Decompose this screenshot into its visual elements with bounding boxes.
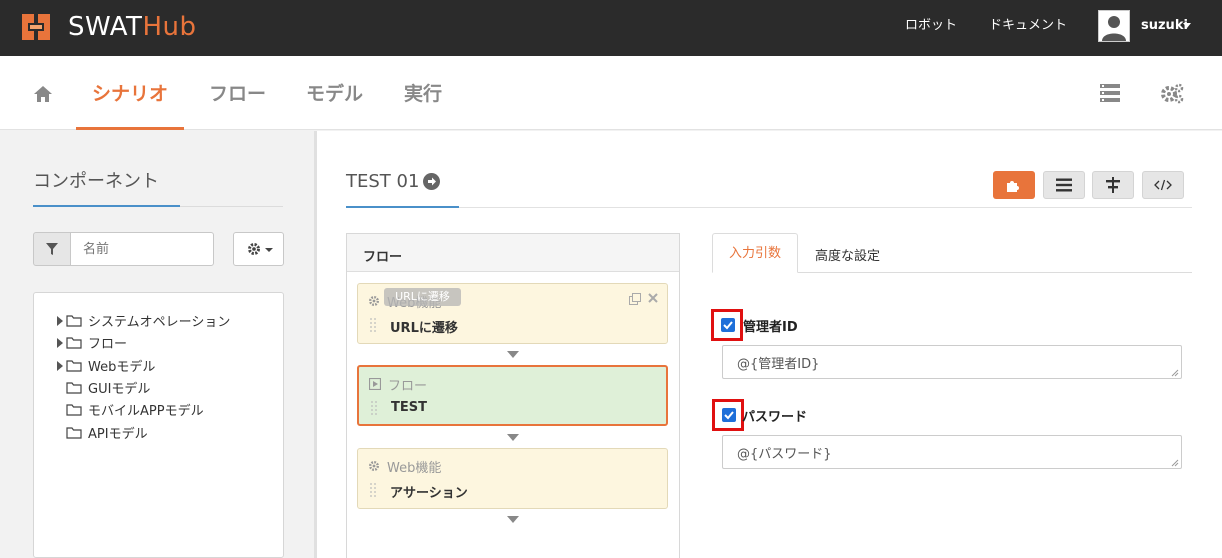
server-icon[interactable] xyxy=(1098,82,1122,104)
tree-item[interactable]: システムオペレーション xyxy=(57,314,230,332)
component-title: コンポーネント xyxy=(33,171,159,192)
tree-item-label: Webモデル xyxy=(88,360,156,375)
user-menu[interactable]: suzuki xyxy=(1141,17,1188,35)
nav-bar: シナリオ フロー モデル 実行 xyxy=(0,56,1222,130)
check-icon xyxy=(724,411,734,420)
flow-arrow-icon xyxy=(507,351,519,358)
filter-icon xyxy=(46,243,58,255)
tab-execution[interactable]: 実行 xyxy=(404,82,442,106)
gear-icon xyxy=(369,461,379,471)
home-icon[interactable] xyxy=(33,85,53,103)
resize-grip-icon[interactable] xyxy=(1171,459,1179,467)
title-underline xyxy=(346,206,459,208)
tree-item[interactable]: APIモデル xyxy=(57,426,148,444)
caret-right-icon[interactable] xyxy=(57,315,63,326)
folder-icon xyxy=(66,382,82,394)
drag-handle-icon[interactable] xyxy=(370,317,376,333)
arrow-right-circle-icon[interactable] xyxy=(423,173,440,190)
gear-icon xyxy=(248,243,260,255)
tree-item-label: フロー xyxy=(88,337,128,352)
tab-flow[interactable]: フロー xyxy=(209,82,266,106)
code-view-button[interactable] xyxy=(1142,171,1184,199)
flow-panel-header: フロー xyxy=(347,234,679,272)
sitemap-icon xyxy=(1106,177,1120,193)
folder-icon xyxy=(66,337,82,349)
title-underline xyxy=(33,205,180,207)
check-icon xyxy=(723,321,733,330)
avatar[interactable] xyxy=(1098,10,1130,42)
code-icon xyxy=(1154,179,1172,191)
gears-icon[interactable] xyxy=(1160,82,1184,104)
tab-model[interactable]: モデル xyxy=(306,82,363,106)
scenario-title: TEST 01 xyxy=(346,171,420,192)
drag-handle-icon[interactable] xyxy=(370,482,376,498)
flow-panel-title: フロー xyxy=(363,250,403,265)
gear-icon xyxy=(369,296,379,306)
password-input[interactable] xyxy=(722,435,1182,469)
active-tab-indicator xyxy=(76,127,184,130)
step-name: アサーション xyxy=(390,486,468,501)
password-label: パスワード xyxy=(742,410,808,425)
list-view-button[interactable] xyxy=(1043,171,1085,199)
tree-view-button[interactable] xyxy=(1092,171,1134,199)
admin-id-input[interactable] xyxy=(722,345,1182,379)
tree-item-label: GUIモデル xyxy=(88,382,151,397)
step-name: URLに遷移 xyxy=(390,321,458,336)
admin-id-checkbox[interactable] xyxy=(721,318,735,332)
password-checkbox[interactable] xyxy=(722,408,736,422)
chevron-down-icon xyxy=(265,248,273,252)
component-search-input[interactable] xyxy=(70,232,214,266)
drag-handle-icon[interactable] xyxy=(371,400,377,416)
caret-right-icon[interactable] xyxy=(57,360,63,371)
resize-grip-icon[interactable] xyxy=(1171,369,1179,377)
tree-item[interactable]: モバイルAPPモデル xyxy=(57,403,204,421)
settings-dropdown[interactable] xyxy=(233,232,284,266)
divider xyxy=(346,207,1192,208)
play-square-icon xyxy=(369,378,381,390)
step-type: フロー xyxy=(388,379,428,394)
user-icon xyxy=(1102,16,1126,41)
chevron-down-icon[interactable] xyxy=(1183,23,1191,28)
robot-link[interactable]: ロボット xyxy=(905,17,957,35)
tab-scenario[interactable]: シナリオ xyxy=(92,82,168,106)
folder-icon xyxy=(66,404,82,416)
swathub-logo-icon xyxy=(22,14,50,40)
component-view-button[interactable] xyxy=(993,171,1035,199)
tab-advanced-settings[interactable]: 高度な設定 xyxy=(815,245,880,264)
tab-input-args[interactable]: 入力引数 xyxy=(712,233,798,273)
folder-icon xyxy=(66,360,82,372)
tree-item-label: モバイルAPPモデル xyxy=(88,404,204,419)
document-link[interactable]: ドキュメント xyxy=(989,17,1067,35)
puzzle-icon xyxy=(1007,181,1019,192)
top-bar: SWATHub ロボット ドキュメント suzuki xyxy=(0,0,1222,56)
close-icon[interactable] xyxy=(648,293,658,303)
list-icon xyxy=(1056,178,1072,192)
flow-arrow-icon xyxy=(507,434,519,441)
tree-item-label: システムオペレーション xyxy=(88,315,231,330)
logo-text[interactable]: SWATHub xyxy=(68,10,197,44)
flow-arrow-icon xyxy=(507,516,519,523)
admin-id-label: 管理者ID xyxy=(743,320,798,335)
tree-item-label: APIモデル xyxy=(88,427,148,442)
caret-right-icon[interactable] xyxy=(57,337,63,348)
folder-icon xyxy=(66,315,82,327)
logo-main: SWAT xyxy=(68,12,143,42)
drag-tooltip: URLに遷移 xyxy=(384,288,461,306)
logo-accent: Hub xyxy=(142,12,197,42)
flow-step-card[interactable]: Web機能 アサーション xyxy=(357,448,668,509)
filter-button[interactable] xyxy=(33,232,71,266)
tree-item[interactable]: Webモデル xyxy=(57,359,155,377)
step-name: TEST xyxy=(391,400,427,415)
folder-icon xyxy=(66,427,82,439)
tree-item[interactable]: GUIモデル xyxy=(57,381,150,399)
flow-step-card-selected[interactable]: フロー TEST xyxy=(357,365,668,426)
tree-item[interactable]: フロー xyxy=(57,336,127,354)
copy-icon[interactable] xyxy=(629,293,641,305)
step-type: Web機能 xyxy=(387,461,442,476)
